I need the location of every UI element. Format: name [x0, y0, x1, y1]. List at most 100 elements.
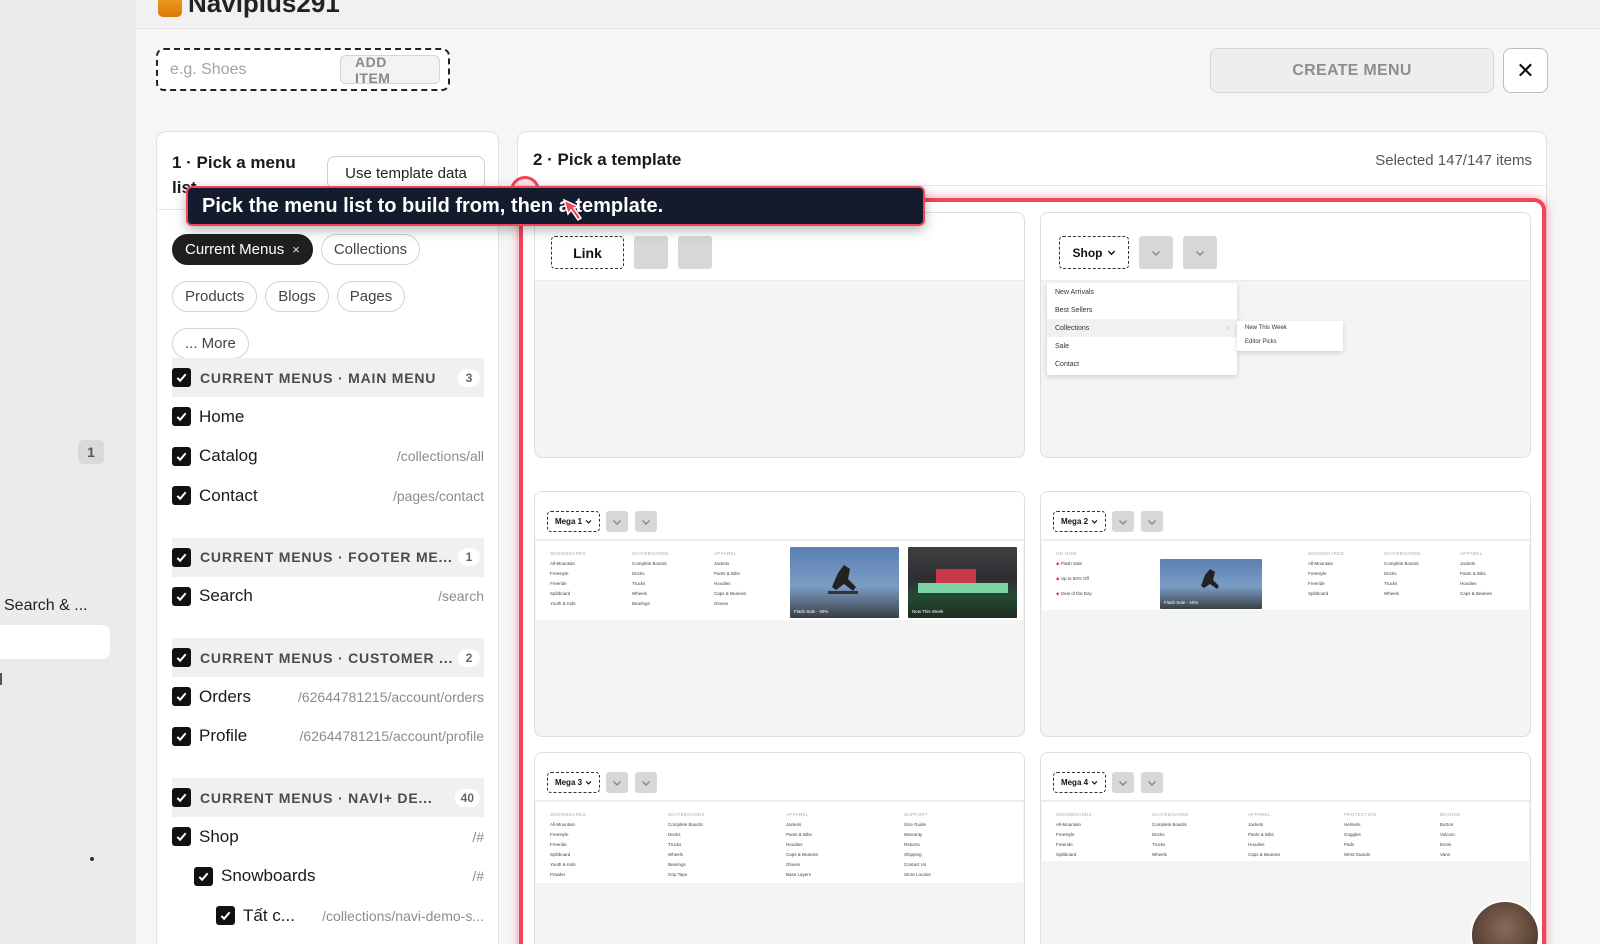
- placeholder-block: [635, 772, 657, 793]
- dropdown-item: Sale: [1055, 342, 1070, 350]
- mega-column: SUPPORT Size Guide Warranty Returns Ship…: [904, 812, 932, 877]
- check-icon[interactable]: [172, 407, 191, 427]
- chevron-down-icon: [1091, 520, 1098, 524]
- template-trigger: Shop: [1059, 236, 1129, 269]
- group-header-main-menu[interactable]: CURRENT MENUS · MAIN MENU 3: [172, 358, 484, 397]
- use-template-data-button[interactable]: Use template data: [327, 156, 485, 190]
- create-menu-button[interactable]: CREATE MENU: [1210, 48, 1494, 93]
- list-item[interactable]: Catalog /collections/all: [172, 437, 484, 477]
- chevron-right-icon: ›: [1226, 324, 1229, 332]
- app-title: Naviplus291: [158, 0, 340, 19]
- list-item[interactable]: Orders /62644781215/account/orders: [172, 677, 484, 717]
- group-name: CURRENT MENUS · NAVI+ DE...: [200, 789, 433, 806]
- placeholder-block: [1139, 236, 1173, 269]
- list-item[interactable]: Contact /pages/contact: [172, 476, 484, 516]
- chip-collections[interactable]: Collections: [320, 234, 421, 265]
- template-card-mega-1[interactable]: Mega 1 SNOWBOARDS All-Mountain Freestyle…: [534, 491, 1025, 737]
- template-card-dropdown[interactable]: Shop New Arrivals Best Sellers Collectio…: [1040, 212, 1531, 458]
- group-count-badge: 1: [458, 548, 480, 566]
- strip-search-label[interactable]: Search & ...: [4, 597, 88, 615]
- chevron-down-icon: [585, 781, 592, 785]
- template-card-mega-4[interactable]: Mega 4 SNOWBOARDS All-Mountain Freestyle…: [1040, 752, 1531, 944]
- list-item[interactable]: Search /search: [172, 577, 484, 617]
- group-header-customer-menu[interactable]: CURRENT MENUS · CUSTOMER ... 2: [172, 638, 484, 677]
- chip-products[interactable]: Products: [172, 281, 258, 312]
- add-item-button[interactable]: ADD ITEM: [340, 54, 440, 86]
- chip-close-icon[interactable]: ×: [292, 242, 300, 257]
- app-header: Naviplus291: [136, 0, 1600, 29]
- item-label: Home: [199, 406, 245, 426]
- template-card-link[interactable]: Link: [534, 212, 1025, 458]
- dropdown-item: Best Sellers: [1055, 306, 1093, 314]
- check-icon[interactable]: [216, 906, 235, 926]
- group-count-badge: 3: [458, 368, 480, 387]
- list-item[interactable]: Snowboards /#: [172, 857, 484, 897]
- chevron-down-icon: [1107, 250, 1115, 256]
- check-icon[interactable]: [172, 486, 191, 506]
- check-icon[interactable]: [172, 547, 191, 567]
- check-icon[interactable]: [172, 827, 191, 847]
- item-path: /#: [472, 828, 484, 845]
- placeholder-block: [1112, 511, 1134, 532]
- strip-dot: [90, 857, 94, 861]
- cursor-icon: [562, 198, 583, 222]
- template-panel-title: 2 · Pick a template: [533, 150, 682, 169]
- chevron-down-icon: [613, 780, 621, 786]
- dropdown-item: New Arrivals: [1055, 288, 1094, 296]
- item-path: /collections/all: [396, 448, 484, 465]
- list-item[interactable]: Shop /#: [172, 817, 484, 857]
- strip-marker: [0, 673, 2, 685]
- chip-label: Current Menus: [185, 241, 285, 258]
- group-name: CURRENT MENUS · MAIN MENU: [200, 369, 437, 386]
- add-item-box: ADD ITEM: [156, 48, 450, 91]
- mega-column: APPAREL Jackets Pants & Bibs Hoodies Cap…: [714, 551, 747, 606]
- chevron-down-icon: [1196, 250, 1204, 256]
- template-card-mega-3[interactable]: Mega 3 SNOWBOARDS All-Mountain Freestyle…: [534, 752, 1025, 944]
- add-item-input[interactable]: [170, 60, 340, 79]
- submenu-item: Editor Picks: [1245, 339, 1277, 345]
- mega-preview: SNOWBOARDS All-Mountain Freestyle Freeri…: [536, 540, 1023, 620]
- template-card-mega-2[interactable]: Mega 2 ON NOW ◆ Flash Sale ◆ Up to 50% O…: [1040, 491, 1531, 737]
- close-button[interactable]: ✕: [1503, 48, 1548, 93]
- check-icon[interactable]: [194, 866, 213, 886]
- strip-search-input[interactable]: [0, 625, 110, 659]
- chip-current-menus[interactable]: Current Menus ×: [172, 234, 313, 265]
- list-item[interactable]: Tất c... /collections/navi-demo-s...: [172, 896, 484, 936]
- template-trigger: Link: [551, 236, 624, 269]
- placeholder-block: [606, 772, 628, 793]
- check-icon[interactable]: [172, 446, 191, 466]
- chevron-down-icon: [613, 519, 621, 525]
- check-icon[interactable]: [172, 586, 191, 606]
- chevron-down-icon: [1119, 519, 1127, 525]
- group-count-badge: 40: [454, 788, 480, 807]
- item-path: /search: [438, 588, 484, 605]
- strip-count-badge: 1: [78, 440, 104, 464]
- chevron-down-icon: [1152, 250, 1160, 256]
- check-icon[interactable]: [172, 368, 191, 387]
- placeholder-block: [1141, 772, 1163, 793]
- trigger-label: Mega 1: [554, 517, 583, 526]
- group-header-navi-demo[interactable]: CURRENT MENUS · NAVI+ DE... 40: [172, 778, 484, 817]
- chevron-down-icon: [1119, 780, 1127, 786]
- check-icon[interactable]: [172, 687, 191, 707]
- mega-preview: SNOWBOARDS All-Mountain Freestyle Freeri…: [1042, 801, 1529, 861]
- chip-pages[interactable]: Pages: [336, 281, 406, 312]
- item-label: Contact: [199, 485, 258, 505]
- check-icon[interactable]: [172, 788, 191, 807]
- chip-more[interactable]: ... More: [172, 328, 249, 359]
- list-item[interactable]: Profile /62644781215/account/profile: [172, 717, 484, 757]
- chip-blogs[interactable]: Blogs: [265, 281, 329, 312]
- menu-groups: CURRENT MENUS · MAIN MENU 3 Home Catalog…: [172, 358, 484, 936]
- group-header-footer-menu[interactable]: CURRENT MENUS · FOOTER ME... 1: [172, 537, 484, 577]
- item-path: /62644781215/account/orders: [297, 688, 484, 705]
- chevron-down-icon: [1148, 519, 1156, 525]
- list-item[interactable]: Home: [172, 397, 484, 437]
- trigger-label: Mega 3: [554, 778, 583, 787]
- mega-column: BRANDS Burton Volcom Ennis Vans: [1440, 812, 1461, 857]
- mega-column: APPAREL Jackets Pants & Bibs Hoodies Cap…: [786, 812, 819, 877]
- check-icon[interactable]: [172, 648, 191, 667]
- group-name: CURRENT MENUS · FOOTER ME...: [200, 549, 453, 565]
- chevron-down-icon: [1091, 781, 1098, 785]
- check-icon[interactable]: [172, 726, 191, 746]
- dropdown-item: Collections ›: [1047, 319, 1237, 337]
